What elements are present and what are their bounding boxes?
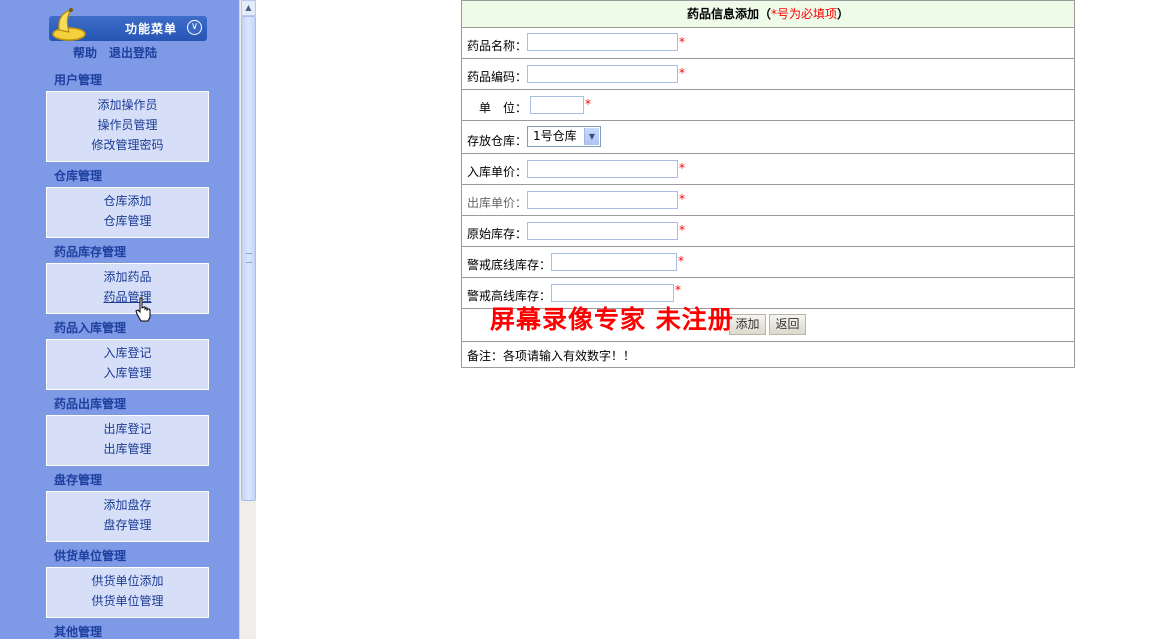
row-drug-code: 药品编码： * bbox=[462, 59, 1074, 90]
add-button[interactable]: 添加 bbox=[729, 314, 766, 335]
section-box-supplier: 供货单位添加 供货单位管理 bbox=[46, 567, 209, 618]
drug-name-label: 药品名称： bbox=[467, 39, 528, 53]
row-low-stock: 警戒底线库存： * bbox=[462, 247, 1074, 278]
row-note: 备注：各项请输入有效数字！！ bbox=[462, 342, 1074, 367]
menu-header: 功能菜单 ∨ bbox=[49, 8, 207, 41]
menu-item-stock-in-register[interactable]: 入库登记 bbox=[47, 343, 208, 363]
logout-link[interactable]: 退出登陆 bbox=[109, 46, 157, 60]
required-star: * bbox=[679, 223, 685, 237]
scroll-grip-icon bbox=[246, 253, 252, 263]
section-title-inventory[interactable]: 盘存管理 bbox=[54, 471, 102, 488]
sidebar: 功能菜单 ∨ 帮助 退出登陆 用户管理 添加操作员 操作员管理 修改管理密码 仓库… bbox=[0, 0, 239, 639]
banana-logo-icon bbox=[52, 8, 86, 41]
form-title-close: ） bbox=[837, 7, 850, 21]
row-drug-name: 药品名称： * bbox=[462, 28, 1074, 59]
section-box-user: 添加操作员 操作员管理 修改管理密码 bbox=[46, 91, 209, 162]
section-title-supplier[interactable]: 供货单位管理 bbox=[54, 547, 126, 564]
required-star: * bbox=[679, 35, 685, 49]
warehouse-selected-value: 1号仓库 bbox=[533, 129, 577, 143]
section-box-drug-stock: 添加药品 药品管理 bbox=[46, 263, 209, 314]
menu-item-add-inventory[interactable]: 添加盘存 bbox=[47, 495, 208, 515]
initial-stock-label: 原始库存： bbox=[467, 227, 528, 241]
section-title-user[interactable]: 用户管理 bbox=[54, 71, 102, 88]
section-box-stock-in: 入库登记 入库管理 bbox=[46, 339, 209, 390]
menu-item-drug-manage[interactable]: 药品管理 bbox=[47, 287, 208, 307]
form-note: 备注：各项请输入有效数字！！ bbox=[467, 349, 636, 363]
menu-item-inventory-manage[interactable]: 盘存管理 bbox=[47, 515, 208, 535]
drug-code-input[interactable] bbox=[527, 65, 678, 83]
hand-cursor-icon bbox=[135, 297, 151, 322]
menu-item-operator-manage[interactable]: 操作员管理 bbox=[47, 115, 208, 135]
initial-stock-input[interactable] bbox=[527, 222, 678, 240]
drug-code-label: 药品编码： bbox=[467, 70, 528, 84]
menu-item-supplier-add[interactable]: 供货单位添加 bbox=[47, 571, 208, 591]
in-price-input[interactable] bbox=[527, 160, 678, 178]
in-price-label: 入库单价： bbox=[467, 165, 528, 179]
menu-item-stock-out-register[interactable]: 出库登记 bbox=[47, 419, 208, 439]
low-stock-label: 警戒底线库存： bbox=[467, 258, 552, 272]
menu-item-add-operator[interactable]: 添加操作员 bbox=[47, 95, 208, 115]
menu-item-add-drug[interactable]: 添加药品 bbox=[47, 267, 208, 287]
unit-label: 单 位： bbox=[479, 101, 528, 115]
warehouse-label: 存放仓库： bbox=[467, 134, 528, 148]
row-in-price: 入库单价： * bbox=[462, 154, 1074, 185]
row-warehouse: 存放仓库： 1号仓库 ▼ bbox=[462, 121, 1074, 154]
section-box-stock-out: 出库登记 出库管理 bbox=[46, 415, 209, 466]
section-title-warehouse[interactable]: 仓库管理 bbox=[54, 167, 102, 184]
form-header: 药品信息添加（*号为必填项） bbox=[462, 1, 1074, 28]
menu-item-warehouse-add[interactable]: 仓库添加 bbox=[47, 191, 208, 211]
form-title: 药品信息添加（ bbox=[686, 7, 771, 21]
drug-name-input[interactable] bbox=[527, 33, 678, 51]
dropdown-arrow-icon[interactable]: ▼ bbox=[584, 128, 599, 145]
menu-item-stock-out-manage[interactable]: 出库管理 bbox=[47, 439, 208, 459]
row-initial-stock: 原始库存： * bbox=[462, 216, 1074, 247]
collapse-chevron-icon[interactable]: ∨ bbox=[187, 20, 202, 35]
section-box-inventory: 添加盘存 盘存管理 bbox=[46, 491, 209, 542]
scroll-up-arrow-icon[interactable]: ▲ bbox=[241, 0, 256, 16]
out-price-input[interactable] bbox=[527, 191, 678, 209]
menu-item-supplier-manage[interactable]: 供货单位管理 bbox=[47, 591, 208, 611]
section-title-other[interactable]: 其他管理 bbox=[54, 623, 102, 639]
section-title-stock-out[interactable]: 药品出库管理 bbox=[54, 395, 126, 412]
vertical-scrollbar[interactable]: ▲ bbox=[239, 0, 256, 639]
menu-item-change-password[interactable]: 修改管理密码 bbox=[47, 135, 208, 155]
low-stock-input[interactable] bbox=[551, 253, 677, 271]
back-button[interactable]: 返回 bbox=[769, 314, 806, 335]
required-star: * bbox=[585, 97, 591, 111]
unit-input[interactable] bbox=[530, 96, 584, 114]
section-title-drug-stock[interactable]: 药品库存管理 bbox=[54, 243, 126, 260]
required-star: * bbox=[678, 254, 684, 268]
out-price-label: 出库单价： bbox=[467, 196, 528, 210]
warehouse-select[interactable]: 1号仓库 ▼ bbox=[527, 126, 601, 147]
section-title-stock-in[interactable]: 药品入库管理 bbox=[54, 319, 126, 336]
recorder-watermark: 屏幕录像专家 未注册 bbox=[490, 305, 734, 334]
section-box-warehouse: 仓库添加 仓库管理 bbox=[46, 187, 209, 238]
menu-item-stock-in-manage[interactable]: 入库管理 bbox=[47, 363, 208, 383]
required-star: * bbox=[675, 283, 681, 297]
row-out-price: 出库单价： * bbox=[462, 185, 1074, 216]
required-star: * bbox=[679, 192, 685, 206]
required-star: * bbox=[679, 161, 685, 175]
menu-item-warehouse-manage[interactable]: 仓库管理 bbox=[47, 211, 208, 231]
row-unit: 单 位： * bbox=[462, 90, 1074, 121]
menu-title: 功能菜单 bbox=[125, 22, 178, 36]
required-star: * bbox=[679, 66, 685, 80]
help-link[interactable]: 帮助 bbox=[73, 46, 97, 60]
required-note: *号为必填项 bbox=[770, 7, 837, 21]
scroll-thumb[interactable] bbox=[241, 16, 256, 501]
top-links: 帮助 退出登陆 bbox=[73, 44, 157, 61]
